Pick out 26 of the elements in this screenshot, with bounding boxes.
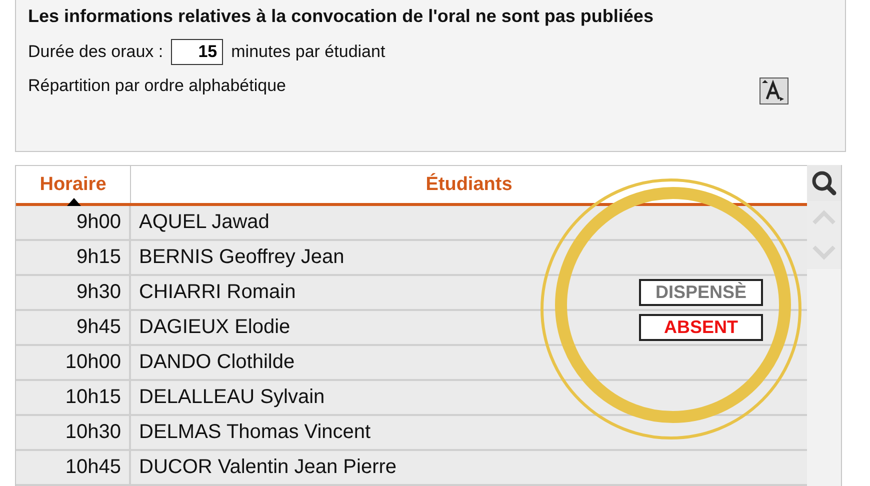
student-name: DELALLEAU Sylvain	[139, 386, 325, 409]
student-name: DELMAS Thomas Vincent	[139, 421, 371, 444]
time-cell: 10h45	[16, 451, 131, 484]
column-header[interactable]: Étudiants	[131, 166, 807, 203]
info-title: Les informations relatives à la convocation de l'oral ne sont pas publiées	[28, 6, 654, 27]
time-cell: 10h15	[16, 381, 131, 414]
time-cell: 10h00	[16, 346, 131, 379]
student-name: DANDO Clothilde	[139, 351, 295, 374]
student-name: DAGIEUX Elodie	[139, 316, 290, 339]
status-badge: DISPENSÈ	[639, 279, 763, 306]
student-name: DUCOR Valentin Jean Pierre	[139, 456, 397, 479]
search-icon[interactable]	[807, 165, 841, 201]
sort-alpha-icon[interactable]	[759, 77, 789, 105]
duration-field[interactable]: 15	[171, 39, 224, 65]
distribution-text: Répartition par ordre alphabétique	[28, 76, 286, 96]
student-name: BERNIS Geoffrey Jean	[139, 246, 344, 269]
time-cell: 9h30	[16, 276, 131, 309]
time-cell: 9h15	[16, 241, 131, 274]
time-cell: 9h45	[16, 311, 131, 344]
time-cell: 9h00	[16, 206, 131, 239]
status-badge: ABSENT	[639, 314, 763, 341]
student-name: AQUEL Jawad	[139, 211, 270, 234]
duration-label: Durée des oraux :	[28, 42, 164, 62]
time-cell: 10h30	[16, 416, 131, 449]
student-name: CHIARRI Romain	[139, 281, 296, 304]
duration-unit: minutes par étudiant	[231, 42, 386, 62]
